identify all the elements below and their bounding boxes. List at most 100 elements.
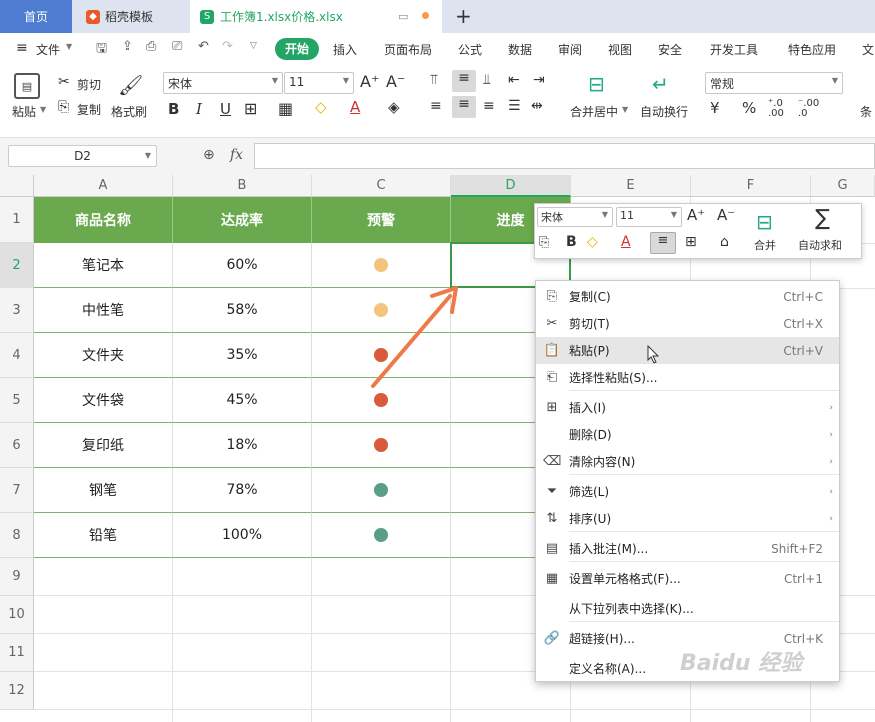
header-cell-name[interactable]: 商品名称 <box>34 197 173 243</box>
paste-button[interactable]: 粘贴 <box>12 103 36 120</box>
context-item-1[interactable]: ✂ 剪切(T) Ctrl+X <box>536 310 839 337</box>
cell-style-icon[interactable]: ▦ <box>278 99 293 118</box>
cell-name[interactable]: 文件袋 <box>34 378 173 423</box>
font-size-select[interactable]: 11 ▼ <box>284 72 354 94</box>
column-header-c[interactable]: C <box>312 175 451 197</box>
cell-name[interactable]: 中性笔 <box>34 288 173 333</box>
row-header-11[interactable]: 11 <box>0 634 34 672</box>
print-icon[interactable]: ⎙ <box>146 39 156 54</box>
export-icon[interactable]: ⇪ <box>122 39 133 54</box>
underline-button[interactable]: U <box>220 100 231 118</box>
cell-name[interactable]: 钢笔 <box>34 468 173 513</box>
cell-rate[interactable]: 18% <box>173 423 312 468</box>
context-item-10[interactable]: ▦ 设置单元格格式(F)... Ctrl+1 <box>536 565 839 592</box>
mini-bold-button[interactable]: B <box>566 234 577 250</box>
indent-decrease-icon[interactable]: ⇤ <box>508 72 520 88</box>
menu-start[interactable]: 开始 <box>275 38 319 60</box>
align-left-icon[interactable]: ≡ <box>430 98 442 114</box>
context-item-11[interactable]: 从下拉列表中选择(K)... <box>536 595 839 622</box>
format-painter-icon[interactable]: 🖌 <box>118 73 143 97</box>
font-color-icon[interactable]: A <box>350 98 360 116</box>
column-header-b[interactable]: B <box>173 175 312 197</box>
row-header-9[interactable]: 9 <box>0 558 34 596</box>
distribute-icon[interactable]: ⇹ <box>531 98 543 114</box>
font-decrease-button[interactable]: A⁻ <box>386 72 405 91</box>
header-cell-rate[interactable]: 达成率 <box>173 197 312 243</box>
tab-workbook[interactable]: S 工作簿1.xlsx价格.xlsx ▭ <box>190 0 442 33</box>
name-box[interactable]: D2 ▼ <box>8 145 157 167</box>
context-item-3[interactable]: ⎗ 选择性粘贴(S)... <box>536 364 839 391</box>
menu-insert[interactable]: 插入 <box>333 41 357 58</box>
conditional-format-button[interactable]: 条 <box>860 103 872 120</box>
row-header-6[interactable]: 6 <box>0 423 34 468</box>
column-header-g[interactable]: G <box>811 175 875 197</box>
hamburger-icon[interactable]: ≡ <box>16 40 28 56</box>
undo-icon[interactable]: ↶ <box>198 39 209 54</box>
cell-rate[interactable]: 45% <box>173 378 312 423</box>
row-header-4[interactable]: 4 <box>0 333 34 378</box>
context-item-6[interactable]: ⌫ 清除内容(N) › <box>536 448 839 475</box>
cell-warning[interactable] <box>312 378 451 423</box>
paste-icon[interactable]: ▤ <box>14 73 40 99</box>
font-name-select[interactable]: 宋体 ▼ <box>163 72 283 94</box>
mini-fill-color-icon[interactable]: ◇ <box>587 234 598 250</box>
align-right-icon[interactable]: ≡ <box>483 98 495 114</box>
mini-border-icon[interactable]: ⊞ <box>685 234 697 250</box>
context-item-0[interactable]: ⎘ 复制(C) Ctrl+C <box>536 283 839 310</box>
mini-font-select[interactable]: 宋体 ▼ <box>537 207 613 227</box>
cell-rate[interactable]: 58% <box>173 288 312 333</box>
mini-format-icon[interactable]: ⎘ <box>539 235 549 250</box>
menu-developer[interactable]: 开发工具 <box>710 41 758 58</box>
row-header-1[interactable]: 1 <box>0 197 34 243</box>
print-preview-icon[interactable]: ⎚ <box>172 39 182 54</box>
cell-name[interactable]: 文件夹 <box>34 333 173 378</box>
currency-icon[interactable]: ¥ <box>710 99 720 117</box>
scissors-icon[interactable]: ✂ <box>58 74 70 90</box>
cell-name[interactable]: 铅笔 <box>34 513 173 558</box>
formula-input[interactable] <box>254 143 875 169</box>
border-icon[interactable]: ⊞ <box>244 99 257 118</box>
wrap-text-button[interactable]: 自动换行 <box>640 103 688 120</box>
column-header-f[interactable]: F <box>691 175 811 197</box>
tab-home[interactable]: 首页 <box>0 0 72 33</box>
mini-align-center-icon[interactable]: ≡ <box>650 232 676 254</box>
cell-warning[interactable] <box>312 468 451 513</box>
cell-name[interactable]: 复印纸 <box>34 423 173 468</box>
quick-access-more-icon[interactable]: ▽ <box>250 41 257 51</box>
clear-format-icon[interactable]: ◈ <box>388 98 400 116</box>
monitor-icon[interactable]: ▭ <box>398 10 408 23</box>
menu-view[interactable]: 视图 <box>608 41 632 58</box>
merge-center-button[interactable]: 合并居中 <box>570 103 618 120</box>
cell-rate[interactable]: 35% <box>173 333 312 378</box>
column-header-a[interactable]: A <box>34 175 173 197</box>
number-format-select[interactable]: 常规 ▼ <box>705 72 843 94</box>
increase-decimal-button[interactable]: ⁺.0 .00 <box>768 99 790 119</box>
cut-button[interactable]: 剪切 <box>77 76 101 93</box>
tab-templates[interactable]: ◆ 稻壳模板 <box>72 0 190 33</box>
decrease-decimal-button[interactable]: ⁻.00 .0 <box>798 99 820 119</box>
row-header-10[interactable]: 10 <box>0 596 34 634</box>
menu-formula[interactable]: 公式 <box>458 41 482 58</box>
cell-warning[interactable] <box>312 513 451 558</box>
context-item-2[interactable]: 📋 粘贴(P) Ctrl+V <box>536 337 839 364</box>
add-tab-button[interactable]: + <box>455 4 472 28</box>
copy-icon[interactable]: ⎘ <box>58 99 69 115</box>
menu-file[interactable]: 文件 <box>36 41 60 58</box>
row-header-8[interactable]: 8 <box>0 513 34 558</box>
mini-font-color-icon[interactable]: A <box>621 234 631 250</box>
menu-security[interactable]: 安全 <box>658 41 682 58</box>
fx-button[interactable]: fx <box>230 147 243 163</box>
row-header-3[interactable]: 3 <box>0 288 34 333</box>
cell-warning[interactable] <box>312 288 451 333</box>
merge-center-icon[interactable]: ⊟ <box>588 72 605 96</box>
cell-rate[interactable]: 60% <box>173 243 312 288</box>
context-item-4[interactable]: ⊞ 插入(I) › <box>536 394 839 421</box>
wrap-text-icon[interactable]: ↵ <box>652 72 669 96</box>
row-header-12[interactable]: 12 <box>0 672 34 710</box>
font-increase-button[interactable]: A⁺ <box>360 72 379 91</box>
mini-font-decrease-button[interactable]: A⁻ <box>717 206 735 224</box>
row-header-5[interactable]: 5 <box>0 378 34 423</box>
cell-rate[interactable]: 100% <box>173 513 312 558</box>
fill-color-icon[interactable]: ◇ <box>315 98 327 116</box>
align-middle-icon[interactable]: ≡ <box>452 70 476 92</box>
